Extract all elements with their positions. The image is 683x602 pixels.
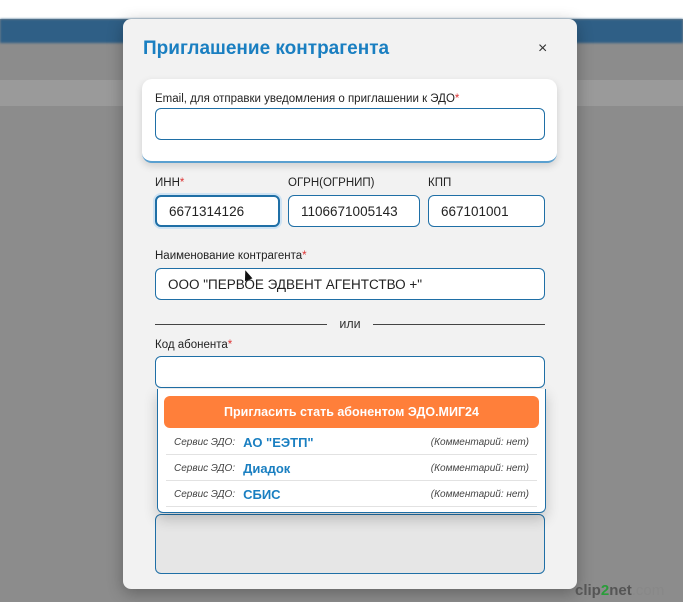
kpp-input[interactable]: 667101001: [428, 195, 545, 227]
option-name: Диадок: [243, 461, 291, 476]
or-divider: или: [155, 316, 546, 332]
option-prefix: Сервис ЭДО:: [174, 463, 236, 474]
top-strip: [0, 0, 683, 19]
or-label: или: [339, 317, 361, 331]
edo-option[interactable]: Сервис ЭДО: АО "ЕЭТП" (Комментарий: нет): [166, 431, 537, 455]
option-comment: (Комментарий: нет): [430, 463, 529, 474]
suggestion-dropdown: Пригласить стать абонентом ЭДО.МИГ24 Сер…: [157, 389, 546, 513]
subscriber-code-input[interactable]: [155, 356, 545, 388]
close-icon[interactable]: ×: [538, 40, 547, 58]
option-prefix: Сервис ЭДО:: [174, 489, 236, 500]
name-label: Наименование контрагента*: [155, 250, 307, 262]
invite-button[interactable]: Пригласить стать абонентом ЭДО.МИГ24: [164, 396, 539, 428]
code-label: Код абонента*: [155, 339, 233, 351]
watermark-logo: clip2net.com: [575, 582, 665, 599]
edo-option[interactable]: Сервис ЭДО: СБИС (Комментарий: нет): [166, 483, 537, 507]
option-comment: (Комментарий: нет): [430, 489, 529, 500]
modal-title: Приглашение контрагента: [143, 38, 390, 59]
email-label: Email, для отправки уведомления о пригла…: [155, 93, 460, 105]
option-name: АО "ЕЭТП": [243, 435, 314, 450]
ogrn-label: ОГРН(ОГРНИП): [288, 177, 375, 189]
option-comment: (Комментарий: нет): [430, 437, 529, 448]
ogrn-input[interactable]: 1106671005143: [288, 195, 420, 227]
comment-textarea[interactable]: [155, 514, 545, 574]
kpp-label: КПП: [428, 177, 452, 189]
name-input[interactable]: ООО "ПЕРВОЕ ЭДВЕНТ АГЕНТСТВО +": [155, 268, 545, 300]
inn-label: ИНН*: [155, 177, 185, 189]
option-prefix: Сервис ЭДО:: [174, 437, 236, 448]
inn-input[interactable]: 6671314126: [155, 195, 280, 227]
edo-option[interactable]: Сервис ЭДО: Диадок (Комментарий: нет): [166, 457, 537, 481]
email-input[interactable]: [155, 108, 545, 140]
option-name: СБИС: [243, 487, 281, 502]
